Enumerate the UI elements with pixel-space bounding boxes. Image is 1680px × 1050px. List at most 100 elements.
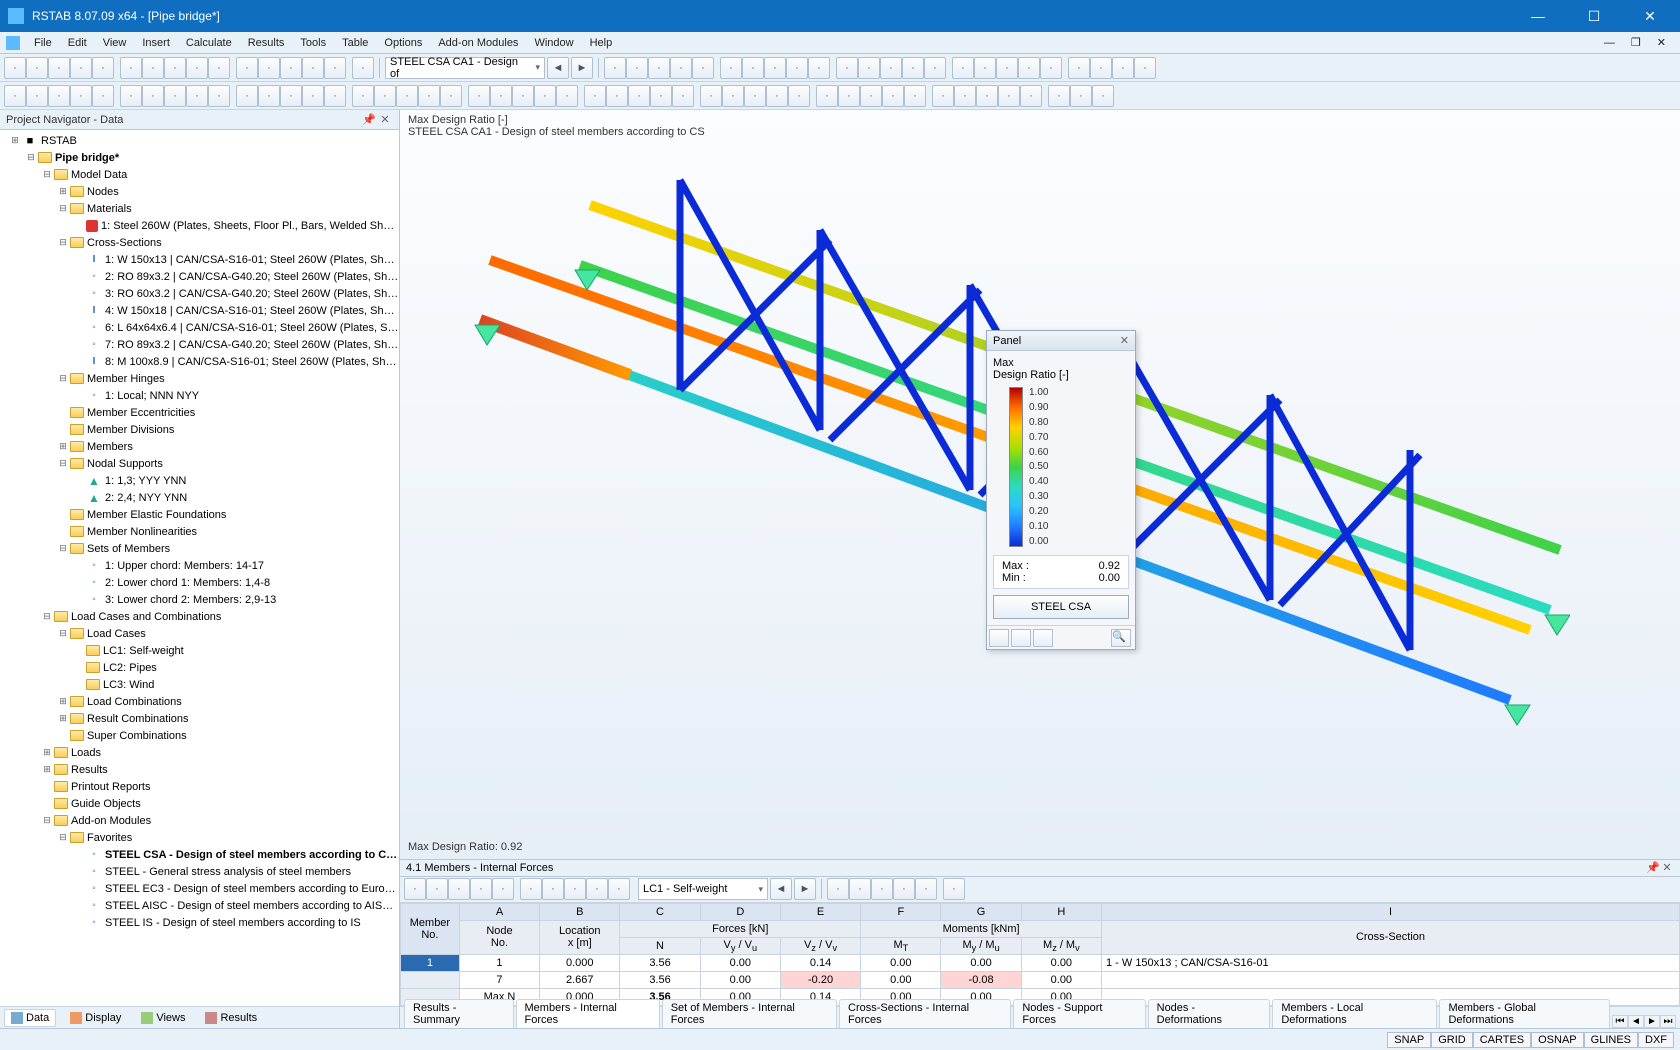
tree-node[interactable]: ▲1: 1,3; YYY YNN [0,472,399,489]
results-tab[interactable]: Members - Internal Forces [516,999,660,1028]
toolbar-button[interactable]: · [952,57,974,79]
toolbar-button[interactable]: · [92,85,114,107]
toolbar-button[interactable]: · [838,85,860,107]
toolbar-button[interactable]: · [943,878,965,900]
status-toggle-dxf[interactable]: DXF [1638,1032,1674,1048]
tree-node[interactable]: ⊞Result Combinations [0,710,399,727]
toolbar-button[interactable]: · [672,85,694,107]
panel-tab-2[interactable] [1011,629,1031,647]
toolbar-button[interactable]: · [448,878,470,900]
menu-help[interactable]: Help [582,35,621,51]
toolbar-button[interactable]: · [92,57,114,79]
tree-node[interactable]: ⊞■RSTAB [0,132,399,149]
grid-prev-button[interactable]: ◄ [770,878,792,900]
toolbar-button[interactable]: · [208,85,230,107]
toolbar-button[interactable]: · [1020,85,1042,107]
toolbar-button[interactable]: · [998,85,1020,107]
results-tab[interactable]: Cross-Sections - Internal Forces [839,999,1011,1028]
tree-node[interactable]: I1: W 150x13 | CAN/CSA-S16-01; Steel 260… [0,251,399,268]
tree-node[interactable]: ◦7: RO 89x3.2 | CAN/CSA-G40.20; Steel 26… [0,336,399,353]
tree-expander-icon[interactable]: ⊟ [56,237,70,248]
tree-node[interactable]: ◦2: RO 89x3.2 | CAN/CSA-G40.20; Steel 26… [0,268,399,285]
toolbar-button[interactable]: · [258,85,280,107]
navigator-tab-results[interactable]: Results [199,1009,263,1027]
tree-expander-icon[interactable]: ⊟ [56,543,70,554]
toolbar-button[interactable]: · [764,57,786,79]
tree-node[interactable]: ◦6: L 64x64x6.4 | CAN/CSA-S16-01; Steel … [0,319,399,336]
tree-expander-icon[interactable]: ⊟ [56,203,70,214]
toolbar-button[interactable]: · [208,57,230,79]
toolbar-button[interactable]: · [4,85,26,107]
tree-node[interactable]: ⊟Member Hinges [0,370,399,387]
tree-expander-icon[interactable]: ⊞ [8,135,22,146]
toolbar-button[interactable]: · [1090,57,1112,79]
toolbar-button[interactable]: · [352,57,374,79]
toolbar-button[interactable]: · [628,85,650,107]
tree-node[interactable]: ⊞Members [0,438,399,455]
tree-node[interactable]: Guide Objects [0,795,399,812]
menu-tools[interactable]: Tools [292,35,334,51]
tree-node[interactable]: ⊟Cross-Sections [0,234,399,251]
toolbar-button[interactable]: · [48,85,70,107]
tree-expander-icon[interactable]: ⊟ [56,628,70,639]
tree-node[interactable]: ⊞Load Combinations [0,693,399,710]
maximize-button[interactable]: ☐ [1572,2,1616,30]
tree-node[interactable]: I4: W 150x18 | CAN/CSA-S16-01; Steel 260… [0,302,399,319]
panel-tab-1[interactable] [989,629,1009,647]
toolbar-button[interactable]: · [650,85,672,107]
toolbar-button[interactable]: · [426,878,448,900]
menu-view[interactable]: View [95,35,135,51]
tree-node[interactable]: ⊟Load Cases [0,625,399,642]
toolbar-button[interactable]: · [720,57,742,79]
toolbar-button[interactable]: · [742,57,764,79]
toolbar-button[interactable]: · [902,57,924,79]
toolbar-button[interactable]: · [556,85,578,107]
toolbar-button[interactable]: · [1070,85,1092,107]
tree-expander-icon[interactable]: ⊟ [40,169,54,180]
tree-expander-icon[interactable]: ⊟ [40,815,54,826]
tree-node[interactable]: ⊞Loads [0,744,399,761]
results-tab[interactable]: Set of Members - Internal Forces [662,999,837,1028]
toolbar-button[interactable]: · [70,57,92,79]
grid-pin-icon[interactable]: 📌 [1646,861,1660,874]
mdi-restore-button[interactable]: ❐ [1623,34,1649,51]
toolbar-button[interactable]: · [584,85,606,107]
toolbar-button[interactable]: · [1048,85,1070,107]
toolbar-button[interactable]: · [1068,57,1090,79]
toolbar-button[interactable]: · [606,85,628,107]
grid-next-button[interactable]: ► [794,878,816,900]
tree-node[interactable]: Printout Reports [0,778,399,795]
toolbar-button[interactable]: · [468,85,490,107]
table-row[interactable]: 72.6673.560.00-0.200.00-0.080.00 [401,972,1680,989]
results-tab[interactable]: Members - Local Deformations [1272,999,1437,1028]
toolbar-button[interactable]: · [608,878,630,900]
toolbar-button[interactable]: · [120,85,142,107]
tree-node[interactable]: ◦1: Local; NNN NYY [0,387,399,404]
toolbar-button[interactable]: · [1092,85,1114,107]
tree-node[interactable]: ⊟Sets of Members [0,540,399,557]
tree-node[interactable]: ⊞Results [0,761,399,778]
toolbar-button[interactable]: · [880,57,902,79]
toolbar-button[interactable]: · [512,85,534,107]
toolbar-button[interactable]: · [744,85,766,107]
table-row[interactable]: 110.0003.560.000.140.000.000.001 - W 150… [401,955,1680,972]
toolbar-button[interactable]: · [534,85,556,107]
results-panel[interactable]: Panel ✕ Max Design Ratio [-] 1.000.900.8… [986,330,1136,650]
menu-insert[interactable]: Insert [134,35,178,51]
tree-node[interactable]: Member Elastic Foundations [0,506,399,523]
navigator-tab-display[interactable]: Display [64,1009,127,1027]
toolbar-button[interactable]: · [788,85,810,107]
toolbar-button[interactable]: · [816,85,838,107]
panel-zoom-icon[interactable]: 🔍 [1111,629,1131,647]
toolbar-button[interactable]: · [374,85,396,107]
status-toggle-snap[interactable]: SNAP [1387,1032,1431,1048]
tree-node[interactable]: ◦3: RO 60x3.2 | CAN/CSA-G40.20; Steel 26… [0,285,399,302]
navigator-tab-data[interactable]: Data [4,1009,56,1027]
toolbar-button[interactable]: · [808,57,830,79]
toolbar-button[interactable]: · [915,878,937,900]
menu-options[interactable]: Options [376,35,430,51]
toolbar-button[interactable]: · [470,878,492,900]
toolbar-button[interactable]: · [954,85,976,107]
tree-node[interactable]: Member Eccentricities [0,404,399,421]
tree-node[interactable]: ⊟Materials [0,200,399,217]
